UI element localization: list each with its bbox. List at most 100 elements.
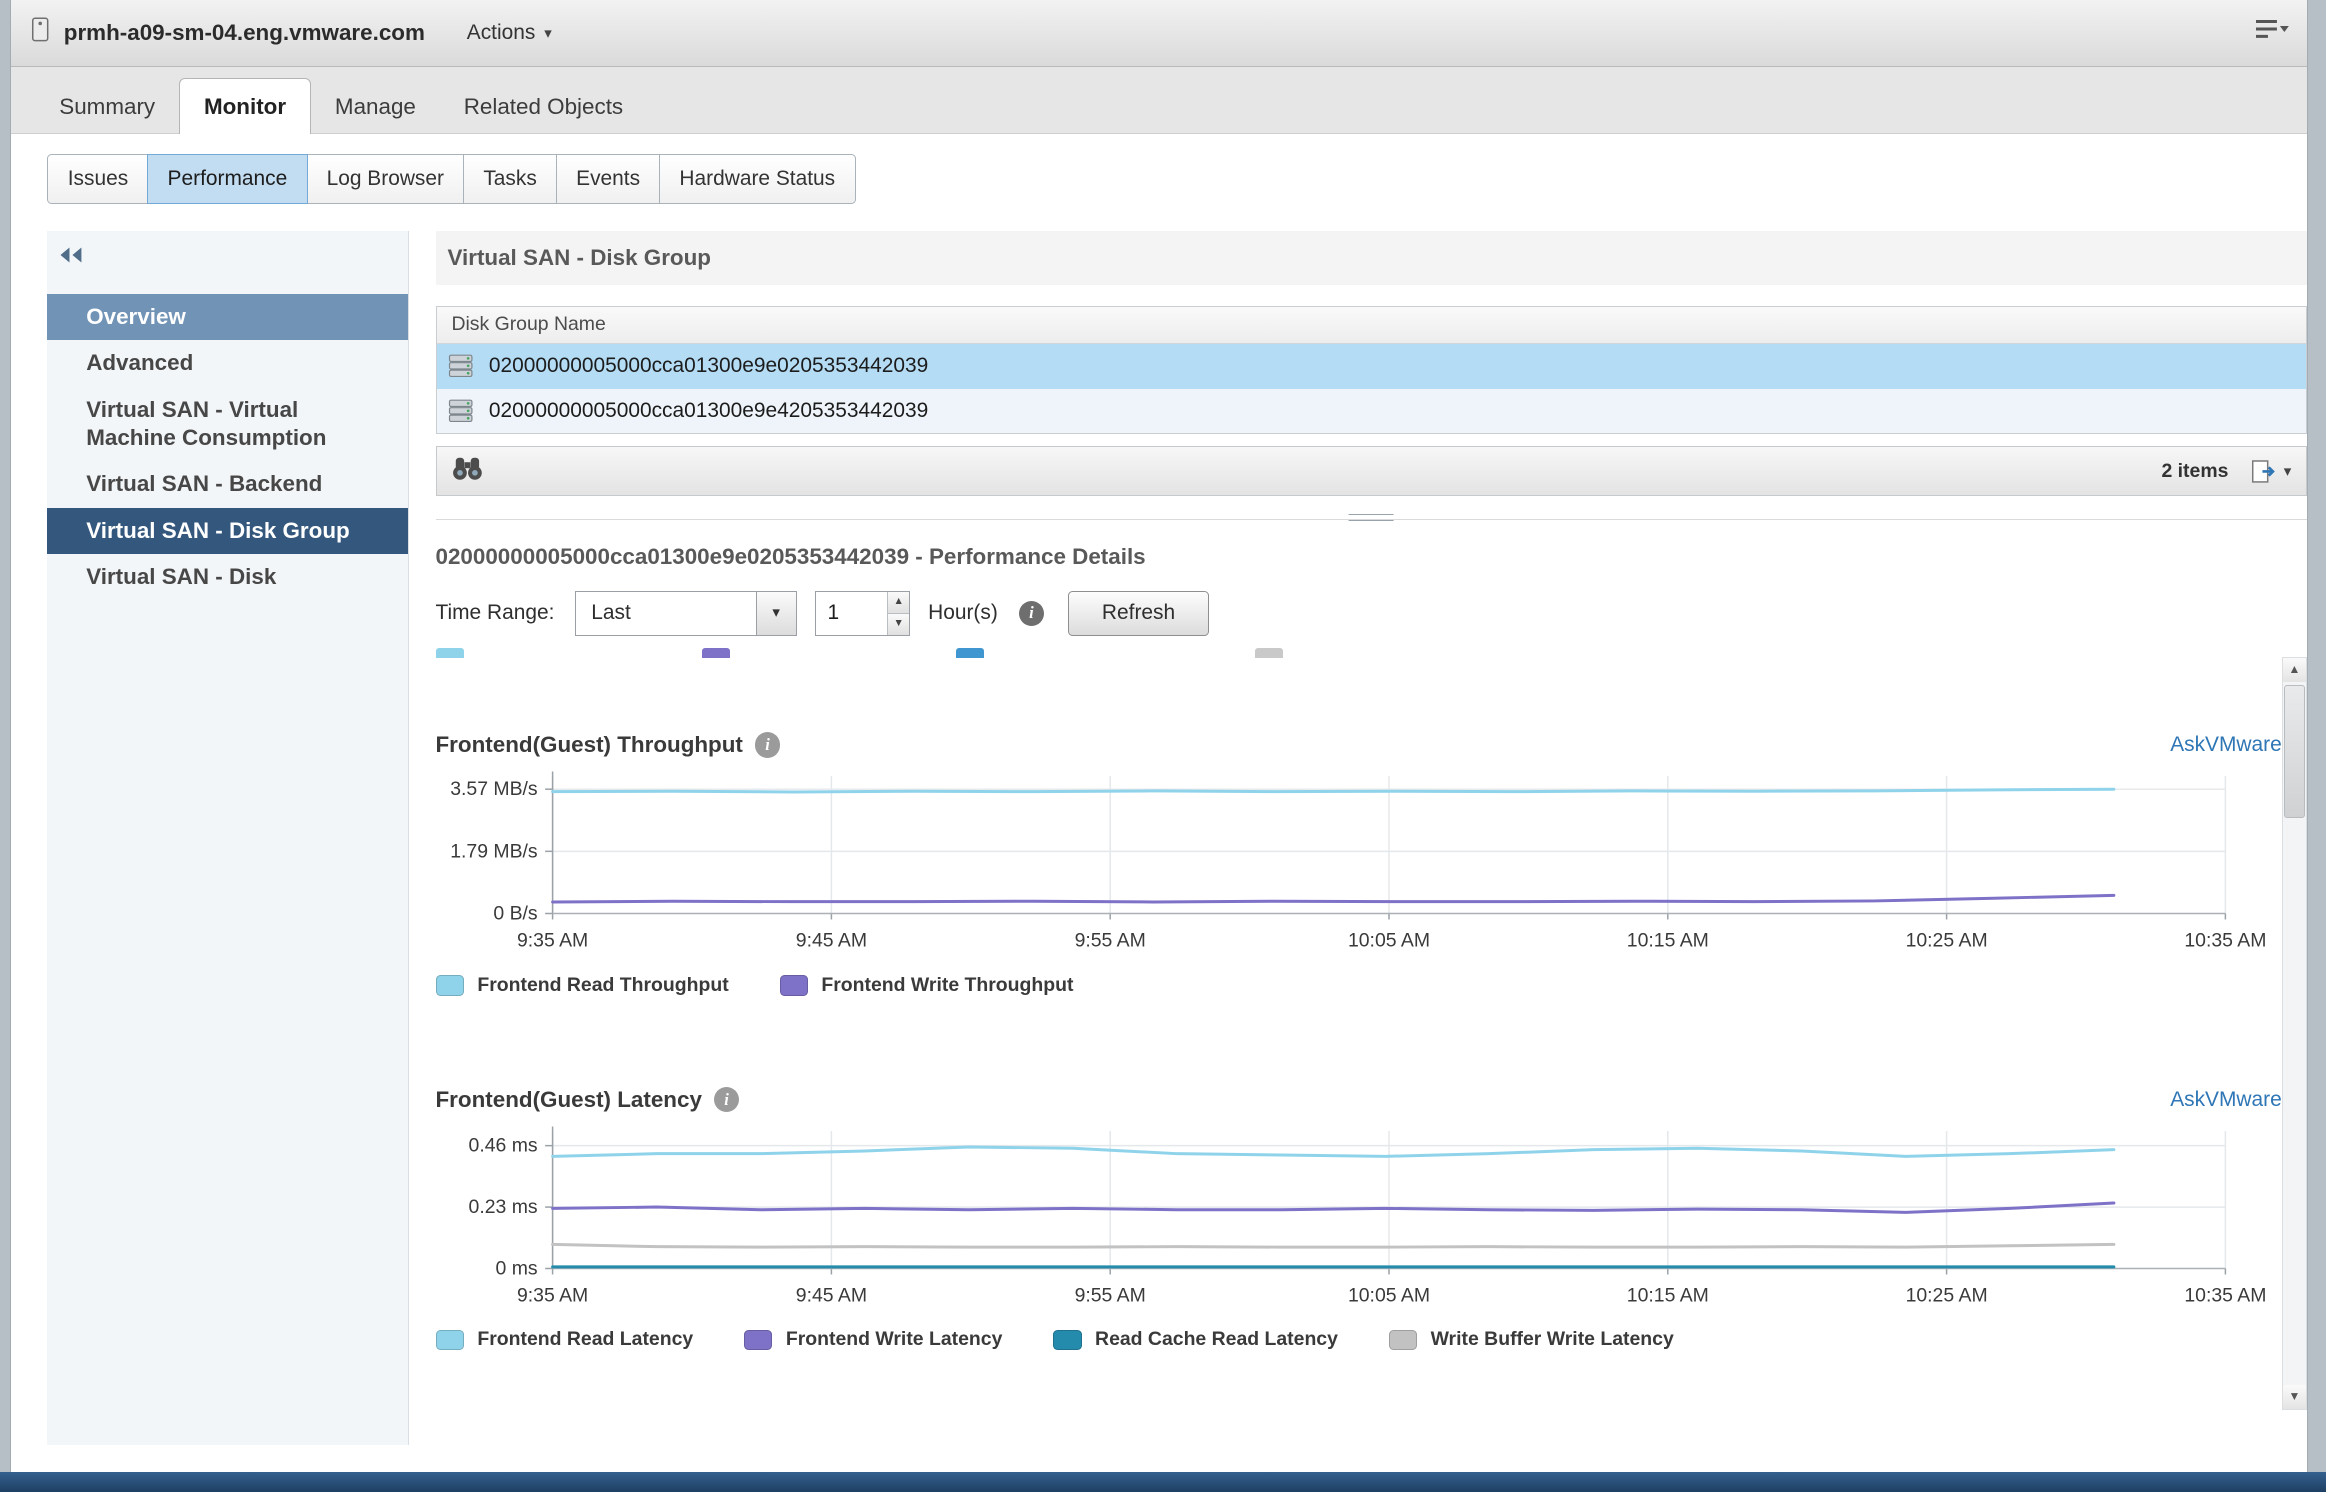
caret-down-icon[interactable]: ▾ [756,592,796,635]
chart-title: Frontend(Guest) Throughput [436,732,743,758]
hours-input[interactable] [816,592,888,635]
askvmware-link[interactable]: AskVMware [2170,733,2282,757]
x-axis-label: 10:35 AM [2184,1285,2266,1307]
tab-summary[interactable]: Summary [35,82,179,133]
refresh-button[interactable]: Refresh [1068,591,1209,636]
info-icon[interactable]: i [1019,601,1044,626]
x-axis-label: 10:15 AM [1626,1285,1708,1307]
y-axis-label: 0 B/s [493,903,538,925]
scroll-down-icon[interactable]: ▼ [2283,1385,2306,1409]
legend-item: Frontend Read Throughput [436,974,729,997]
object-title: prmh-a09-sm-04.eng.vmware.com [64,20,425,46]
object-header-bar: prmh-a09-sm-04.eng.vmware.com Actions ▾ [11,0,2307,67]
tab-manage[interactable]: Manage [311,82,440,133]
performance-sidebar: OverviewAdvancedVirtual SAN - Virtual Ma… [47,231,408,1445]
scroll-up-icon[interactable]: ▲ [2283,658,2306,682]
chart-frontend-guest-throughput: Frontend(Guest) Throughput i AskVMware 9:35… [436,726,2282,997]
monitor-content: OverviewAdvancedVirtual SAN - Virtual Ma… [11,231,2307,1445]
disk-group-table: Disk Group Name 02000000005000cca01300e9… [436,306,2308,435]
spinner-down-icon[interactable]: ▼ [888,614,909,635]
y-axis-label: 1.79 MB/s [450,841,538,863]
performance-details-title: 02000000005000cca01300e9e0205353442039 -… [436,544,2308,570]
legend-label: Frontend Read Throughput [477,974,728,997]
x-axis-label: 10:15 AM [1626,930,1708,952]
info-icon[interactable]: i [755,732,780,757]
actions-menu-button[interactable]: Actions ▾ [467,21,552,45]
main-tabs: SummaryMonitorManageRelated Objects [11,67,2307,134]
legend-label: Frontend Write Latency [786,1328,1003,1351]
x-axis-label: 9:35 AM [516,930,587,952]
legend-swatch-fragment [956,648,984,658]
sidebar-item-virtual-san-disk[interactable]: Virtual SAN - Disk [47,554,407,600]
sidebar-items: OverviewAdvancedVirtual SAN - Virtual Ma… [47,294,407,600]
sidebar-item-advanced[interactable]: Advanced [47,340,407,386]
main-panel: Virtual SAN - Disk Group Disk Group Name… [409,231,2308,1445]
legend-item: Write Buffer Write Latency [1389,1328,1674,1351]
table-toolbar: 2 items ▾ [436,446,2308,496]
x-axis-label: 10:25 AM [1905,1285,1987,1307]
pane-splitter [436,508,2308,529]
x-axis-label: 9:55 AM [1074,1285,1145,1307]
export-button[interactable]: ▾ [2249,458,2291,485]
subtab-events[interactable]: Events [556,154,661,204]
find-icon[interactable] [451,454,484,488]
info-icon[interactable]: i [714,1087,739,1112]
tab-related-objects[interactable]: Related Objects [440,82,647,133]
legend-swatch-fragment [702,648,730,658]
x-axis-label: 10:05 AM [1347,930,1429,952]
table-row[interactable]: 02000000005000cca01300e9e0205353442039 [437,344,2307,389]
disk-group-icon [448,354,475,378]
legend-item: Frontend Write Throughput [780,974,1074,997]
chart-legend: Frontend Read Latency Frontend Write Late… [436,1328,2282,1351]
panel-toggle-icon[interactable] [2253,17,2289,48]
subtab-tasks[interactable]: Tasks [463,154,557,204]
legend-swatch [1053,1330,1081,1351]
charts-scrollbar[interactable]: ▲ ▼ [2282,657,2307,1410]
x-axis-label: 9:35 AM [516,1285,587,1307]
legend-swatch [436,975,464,996]
diskgroup-table-body: 02000000005000cca01300e9e0205353442039 02… [437,344,2307,434]
legend-swatch [1389,1330,1417,1351]
chart-header: Frontend(Guest) Throughput i AskVMware [436,726,2282,765]
legend-swatch-fragment [1255,648,1283,658]
time-range-value: Last [576,592,755,635]
splitter-grip[interactable] [1349,514,1394,525]
chart-legend: Frontend Read Throughput Frontend Write T… [436,974,2282,997]
disk-group-name: 02000000005000cca01300e9e4205353442039 [489,399,928,423]
subtab-issues[interactable]: Issues [47,154,148,204]
chart-canvas: 9:35 AM9:45 AM9:55 AM10:05 AM10:15 AM10:… [436,764,2284,961]
legend-swatch [744,1330,772,1351]
x-axis-label: 10:35 AM [2184,930,2266,952]
sidebar-item-virtual-san-backend[interactable]: Virtual SAN - Backend [47,461,407,507]
host-icon [29,16,51,50]
legend-label: Frontend Write Throughput [821,974,1073,997]
actions-label: Actions [467,21,536,45]
legend-item: Frontend Write Latency [744,1328,1002,1351]
app-window: prmh-a09-sm-04.eng.vmware.com Actions ▾ … [10,0,2308,1472]
caret-down-icon: ▾ [544,24,552,42]
sidebar-item-virtual-san-disk-group[interactable]: Virtual SAN - Disk Group [47,508,407,554]
table-row[interactable]: 02000000005000cca01300e9e4205353442039 [437,389,2307,434]
spinner-buttons: ▲ ▼ [887,592,909,635]
sidebar-item-virtual-san-virtual-machine-consumption[interactable]: Virtual SAN - Virtual Machine Consumptio… [47,387,407,462]
column-header-disk-group-name: Disk Group Name [437,307,2307,344]
clipped-legend [436,648,2282,660]
sidebar-item-overview[interactable]: Overview [47,294,407,340]
askvmware-link[interactable]: AskVMware [2170,1088,2282,1112]
legend-swatch [436,1330,464,1351]
scrollbar-thumb[interactable] [2284,685,2304,819]
spinner-up-icon[interactable]: ▲ [888,592,909,614]
caret-down-icon: ▾ [2284,462,2292,480]
subtab-hardware-status[interactable]: Hardware Status [659,154,856,204]
subtab-performance[interactable]: Performance [147,154,308,204]
legend-item: Frontend Read Latency [436,1328,694,1351]
time-range-select[interactable]: Last ▾ [575,591,796,636]
subtab-log-browser[interactable]: Log Browser [306,154,464,204]
panel-title: Virtual SAN - Disk Group [436,231,2308,285]
tab-monitor[interactable]: Monitor [179,78,311,134]
sub-tabs: IssuesPerformanceLog BrowserTasksEventsH… [47,154,855,204]
legend-swatch [780,975,808,996]
chart-canvas: 9:35 AM9:45 AM9:55 AM10:05 AM10:15 AM10:… [436,1119,2284,1316]
collapse-sidebar-button[interactable] [47,231,407,294]
export-icon [2249,458,2279,485]
